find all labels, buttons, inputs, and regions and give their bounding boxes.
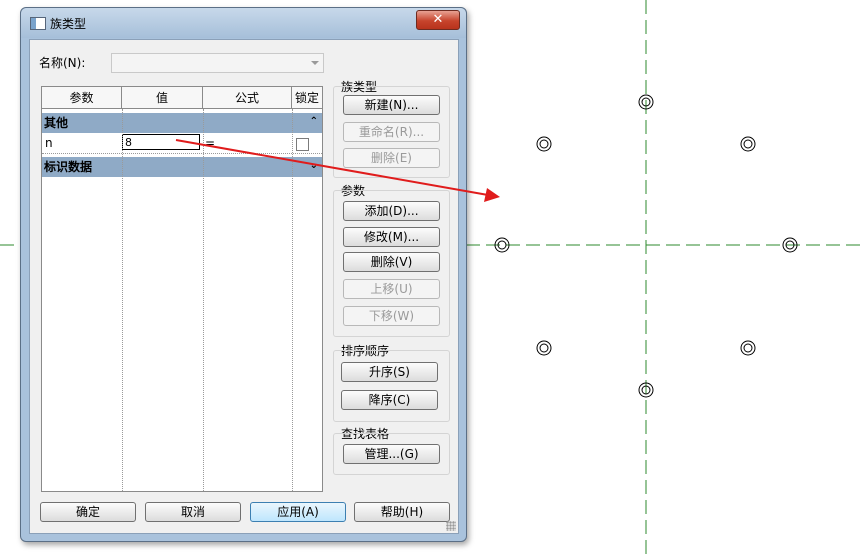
- chevron-down-icon[interactable]: ⌄: [310, 156, 318, 176]
- title-bar[interactable]: 族类型 ✕: [21, 8, 466, 38]
- manage-lookup-tables-button[interactable]: 管理...(G): [343, 444, 440, 464]
- apply-button[interactable]: 应用(A): [250, 502, 346, 522]
- modify-parameter-button[interactable]: 修改(M)...: [343, 227, 440, 247]
- type-name-combobox[interactable]: [111, 53, 324, 73]
- name-label: 名称(N):: [39, 56, 86, 70]
- hole-circle: [740, 136, 756, 152]
- lock-checkbox[interactable]: [296, 138, 309, 151]
- section-header-identity-data[interactable]: 标识数据 ⌄: [42, 157, 322, 177]
- chevron-up-icon[interactable]: ⌃: [310, 112, 318, 132]
- column-header-lock[interactable]: 锁定: [292, 87, 322, 109]
- family-types-dialog: 族类型 ✕ 名称(N): 参数 值 公式 锁定 其他 ⌃ n 8 = 标识数据: [20, 7, 467, 542]
- new-type-button[interactable]: 新建(N)...: [343, 95, 440, 115]
- section-title: 其他: [44, 116, 69, 130]
- column-divider: [292, 109, 293, 491]
- column-header-value[interactable]: 值: [122, 87, 203, 109]
- window-icon: [30, 17, 46, 30]
- row-divider: [42, 153, 322, 154]
- section-header-other[interactable]: 其他 ⌃: [42, 113, 322, 133]
- help-button[interactable]: 帮助(H): [354, 502, 450, 522]
- hole-circle: [740, 340, 756, 356]
- param-formula-cell[interactable]: =: [205, 136, 215, 150]
- column-header-parameter[interactable]: 参数: [42, 87, 122, 109]
- sort-order-group: [333, 350, 450, 422]
- hole-circle: [536, 136, 552, 152]
- sort-ascending-button[interactable]: 升序(S): [341, 362, 438, 382]
- chevron-down-icon[interactable]: [311, 61, 319, 65]
- window-title: 族类型: [50, 17, 87, 31]
- sort-descending-button[interactable]: 降序(C): [341, 390, 438, 410]
- cancel-button[interactable]: 取消: [145, 502, 241, 522]
- section-title: 标识数据: [44, 160, 93, 174]
- close-button[interactable]: ✕: [416, 10, 460, 30]
- rename-type-button[interactable]: 重命名(R)...: [343, 122, 440, 142]
- delete-parameter-button[interactable]: 删除(V): [343, 252, 440, 272]
- ok-button[interactable]: 确定: [40, 502, 136, 522]
- column-header-formula[interactable]: 公式: [203, 87, 292, 109]
- column-divider: [122, 109, 123, 491]
- add-parameter-button[interactable]: 添加(D)...: [343, 201, 440, 221]
- delete-type-button[interactable]: 删除(E): [343, 148, 440, 168]
- dialog-body: 名称(N): 参数 值 公式 锁定 其他 ⌃ n 8 = 标识数据 ⌄ 族类型 …: [29, 39, 459, 534]
- param-value-input[interactable]: 8: [122, 134, 200, 150]
- resize-grip-icon[interactable]: [446, 521, 456, 531]
- move-down-button[interactable]: 下移(W): [343, 306, 440, 326]
- column-divider: [203, 109, 204, 491]
- parameter-grid: 参数 值 公式 锁定 其他 ⌃ n 8 = 标识数据 ⌄: [41, 86, 323, 492]
- hole-circle: [536, 340, 552, 356]
- move-up-button[interactable]: 上移(U): [343, 279, 440, 299]
- param-name-cell: n: [45, 136, 53, 150]
